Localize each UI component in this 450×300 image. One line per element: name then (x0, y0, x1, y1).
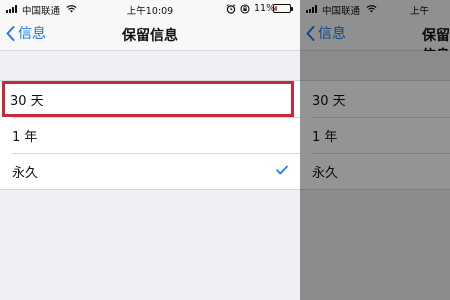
battery-percent: 11% (254, 3, 276, 14)
navigation-bar: 信息 保留信息 (0, 18, 300, 51)
retention-options-list: 30 天 1 年 永久 (0, 80, 300, 190)
alarm-icon (226, 4, 236, 14)
settings-content: 30 天 1 年 永久 (0, 51, 300, 300)
checkmark-icon (276, 165, 288, 175)
rotation-lock-icon (240, 4, 250, 14)
screenshot: 中国联通 上午10:09 11% 信息 保留信息 30 天 1 年 永久 中国联… (0, 0, 450, 300)
option-forever[interactable]: 永久 (0, 153, 300, 189)
option-label: 1 年 (12, 129, 38, 145)
option-label: 30 天 (10, 93, 44, 109)
battery-level-fill (275, 6, 277, 11)
option-30-days[interactable]: 30 天 (2, 81, 294, 117)
battery-icon (273, 4, 293, 13)
phone-screen-dimmed: 中国联通 上午10:09 信息 保留信息 30 天 (300, 0, 450, 300)
option-1-year[interactable]: 1 年 (0, 117, 300, 153)
status-bar: 中国联通 上午10:09 11% (0, 0, 300, 18)
option-label: 永久 (12, 165, 39, 181)
phone-screen-main: 中国联通 上午10:09 11% 信息 保留信息 30 天 1 年 永久 (0, 0, 300, 300)
page-title: 保留信息 (122, 28, 178, 44)
dim-overlay (300, 0, 450, 300)
